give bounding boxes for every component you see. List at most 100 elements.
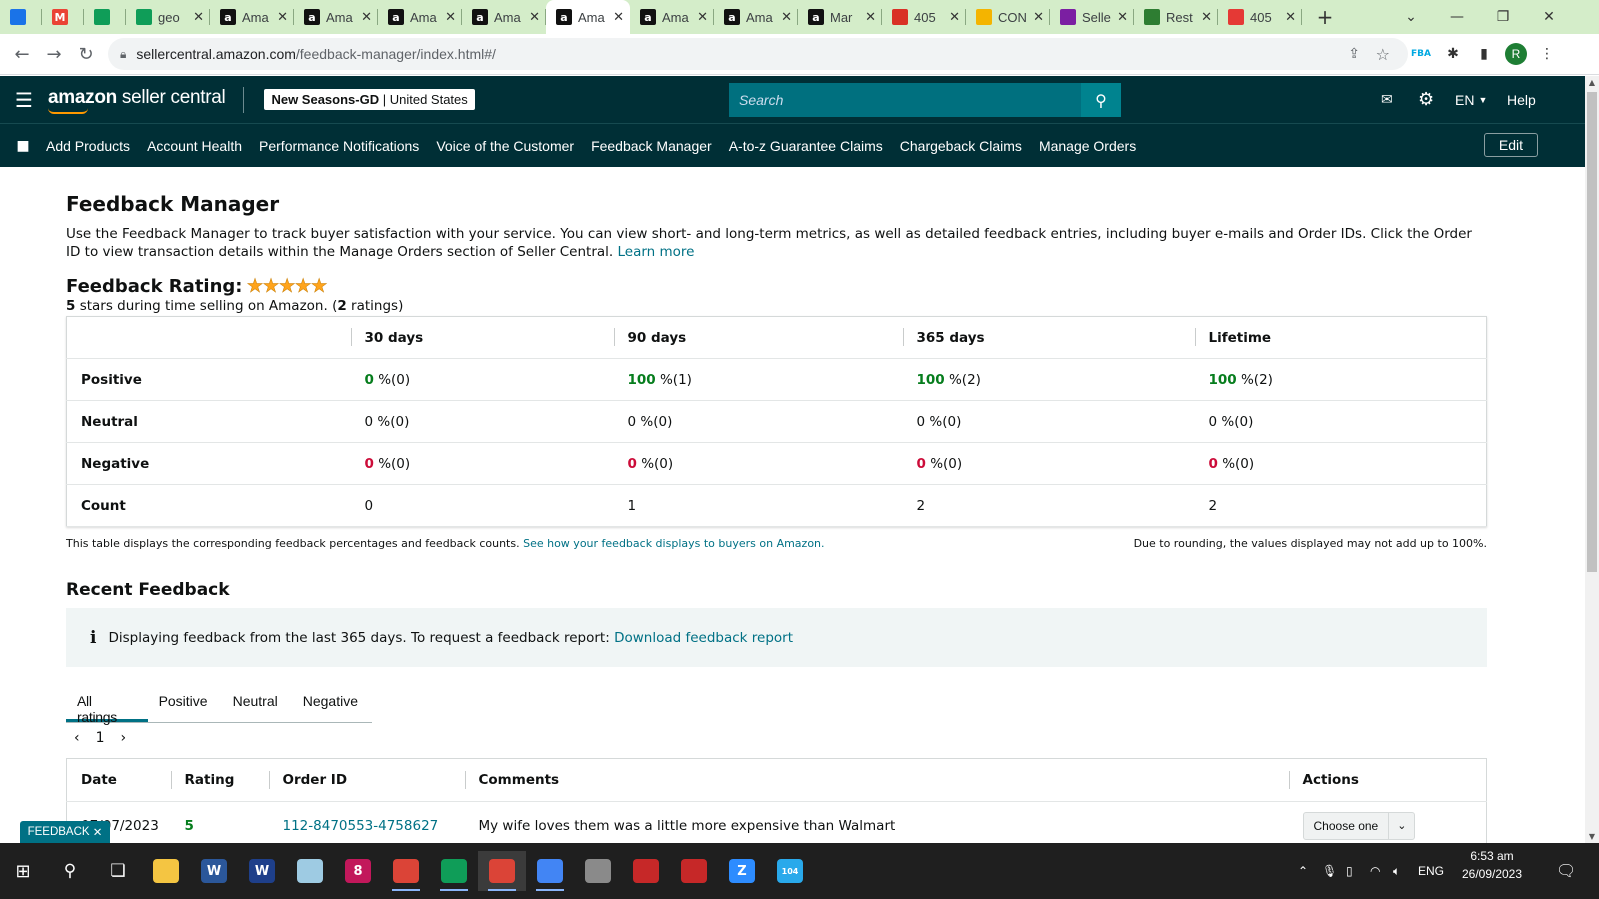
- browser-tab[interactable]: CON ✕: [966, 0, 1050, 34]
- taskbar-app[interactable]: W: [190, 851, 238, 891]
- taskbar-app[interactable]: [478, 851, 526, 891]
- browser-tab[interactable]: 405 ✕: [1218, 0, 1302, 34]
- tab-close-icon[interactable]: ✕: [865, 10, 876, 25]
- browser-tab[interactable]: Rest ✕: [1134, 0, 1218, 34]
- tab-search-icon[interactable]: ⌄: [1388, 0, 1434, 34]
- reload-icon[interactable]: ↻: [70, 44, 102, 65]
- buyer-display-link[interactable]: See how your feedback displays to buyers…: [523, 537, 824, 550]
- learn-more-link[interactable]: Learn more: [617, 244, 694, 260]
- nav-link[interactable]: A-to-z Guarantee Claims: [729, 138, 883, 154]
- filter-tab[interactable]: All ratings: [66, 687, 148, 725]
- scroll-down-icon[interactable]: ▼: [1585, 832, 1599, 841]
- tab-close-icon[interactable]: ✕: [1117, 10, 1128, 25]
- scrollbar-thumb[interactable]: [1587, 92, 1597, 572]
- taskbar-app[interactable]: [286, 851, 334, 891]
- restore-icon[interactable]: ❐: [1480, 0, 1526, 34]
- taskbar-app[interactable]: [670, 851, 718, 891]
- nav-link[interactable]: Voice of the Customer: [436, 138, 574, 154]
- close-icon[interactable]: ✕: [93, 825, 103, 839]
- browser-tab[interactable]: a Mar ✕: [798, 0, 882, 34]
- nav-link[interactable]: Chargeback Claims: [900, 138, 1022, 154]
- tab-close-icon[interactable]: ✕: [1033, 10, 1044, 25]
- nav-link[interactable]: Performance Notifications: [259, 138, 419, 154]
- filter-tab[interactable]: Positive: [148, 687, 222, 722]
- browser-tab[interactable]: a Ama ✕: [630, 0, 714, 34]
- tray-overflow-icon[interactable]: ⌃: [1298, 843, 1308, 899]
- filter-tab[interactable]: Neutral: [222, 687, 292, 722]
- search-input[interactable]: Search: [729, 83, 1082, 117]
- language-selector[interactable]: EN ▼: [1455, 76, 1487, 123]
- taskbar-app[interactable]: [574, 851, 622, 891]
- next-page-icon[interactable]: ›: [121, 730, 127, 746]
- volume-icon[interactable]: 🔈︎: [1393, 843, 1400, 899]
- nav-link[interactable]: Account Health: [147, 138, 242, 154]
- tab-close-icon[interactable]: ✕: [949, 10, 960, 25]
- taskbar-app[interactable]: W: [238, 851, 286, 891]
- hamburger-menu-icon[interactable]: ☰: [0, 88, 48, 112]
- browser-tab[interactable]: a Ama ✕: [714, 0, 798, 34]
- nav-link[interactable]: Manage Orders: [1039, 138, 1136, 154]
- edit-nav-button[interactable]: Edit: [1483, 133, 1538, 157]
- feedback-floating-tab[interactable]: FEEDBACK ✕: [20, 821, 110, 843]
- page-scrollbar[interactable]: ▲ ▼: [1585, 76, 1599, 843]
- mail-icon[interactable]: ✉: [1381, 76, 1393, 123]
- back-icon[interactable]: ←: [6, 44, 38, 65]
- tab-close-icon[interactable]: ✕: [697, 10, 708, 25]
- minimize-icon[interactable]: —: [1434, 0, 1480, 34]
- taskbar-app[interactable]: [622, 851, 670, 891]
- settings-gear-icon[interactable]: ⚙: [1418, 76, 1434, 123]
- download-report-link[interactable]: Download feedback report: [614, 630, 793, 646]
- close-window-icon[interactable]: ✕: [1526, 0, 1572, 34]
- tab-close-icon[interactable]: ✕: [193, 10, 204, 25]
- help-link[interactable]: Help: [1507, 76, 1536, 123]
- actions-dropdown[interactable]: Choose one ⌄: [1302, 811, 1416, 840]
- system-clock[interactable]: 6:53 am 26/09/2023: [1452, 847, 1532, 883]
- bookmark-icon[interactable]: ■: [0, 138, 46, 154]
- browser-tab[interactable]: a Ama ✕: [378, 0, 462, 34]
- browser-tab[interactable]: geo ✕: [126, 0, 210, 34]
- windows-start-icon[interactable]: ⊞: [0, 861, 46, 882]
- browser-tab[interactable]: a Ama ✕: [462, 0, 546, 34]
- side-panel-icon[interactable]: ▮: [1473, 43, 1495, 65]
- search-button[interactable]: ⚲: [1081, 83, 1121, 117]
- profile-avatar[interactable]: R: [1505, 43, 1527, 65]
- notifications-icon[interactable]: 🗨︎: [1556, 843, 1576, 899]
- tab-close-icon[interactable]: ✕: [277, 10, 288, 25]
- browser-tab[interactable]: M: [42, 0, 84, 34]
- url-input[interactable]: 🔒︎ sellercentral.amazon.com/feedback-man…: [108, 38, 1408, 70]
- browser-menu-icon[interactable]: ⋮: [1536, 43, 1558, 65]
- taskbar-app[interactable]: [382, 851, 430, 891]
- forward-icon[interactable]: →: [38, 44, 70, 65]
- browser-tab[interactable]: [84, 0, 126, 34]
- order-id-link[interactable]: 112-8470553-4758627: [283, 818, 439, 834]
- taskbar-app[interactable]: 8: [334, 851, 382, 891]
- current-page[interactable]: 1: [96, 730, 105, 746]
- tab-close-icon[interactable]: ✕: [1201, 10, 1212, 25]
- taskbar-app[interactable]: [526, 851, 574, 891]
- taskbar-search-icon[interactable]: ⚲: [46, 851, 94, 891]
- taskbar-app[interactable]: [430, 851, 478, 891]
- share-icon[interactable]: ⇪: [1348, 46, 1360, 62]
- tab-close-icon[interactable]: ✕: [361, 10, 372, 25]
- tab-close-icon[interactable]: ✕: [781, 10, 792, 25]
- tab-close-icon[interactable]: ✕: [445, 10, 456, 25]
- nav-link[interactable]: Add Products: [46, 138, 130, 154]
- taskbar-app[interactable]: Z: [718, 851, 766, 891]
- new-tab-icon[interactable]: +: [1310, 5, 1340, 29]
- tab-close-icon[interactable]: ✕: [529, 10, 540, 25]
- browser-tab[interactable]: a Ama ✕: [210, 0, 294, 34]
- taskbar-app[interactable]: 104: [766, 851, 814, 891]
- browser-tab[interactable]: 405 ✕: [882, 0, 966, 34]
- tab-close-icon[interactable]: ✕: [1285, 10, 1296, 25]
- scroll-up-icon[interactable]: ▲: [1585, 78, 1599, 87]
- taskbar-app[interactable]: [142, 851, 190, 891]
- prev-page-icon[interactable]: ‹: [74, 730, 80, 746]
- bookmark-star-icon[interactable]: ☆: [1376, 45, 1390, 64]
- seller-central-logo[interactable]: amazon seller central: [48, 86, 245, 114]
- extensions-puzzle-icon[interactable]: ✱: [1442, 43, 1464, 65]
- browser-tab[interactable]: [0, 0, 42, 34]
- task-view-icon[interactable]: ❏: [94, 851, 142, 891]
- fba-extension-icon[interactable]: FBA: [1410, 43, 1432, 65]
- battery-icon[interactable]: ▯: [1346, 843, 1353, 899]
- tab-close-icon[interactable]: ✕: [613, 10, 624, 25]
